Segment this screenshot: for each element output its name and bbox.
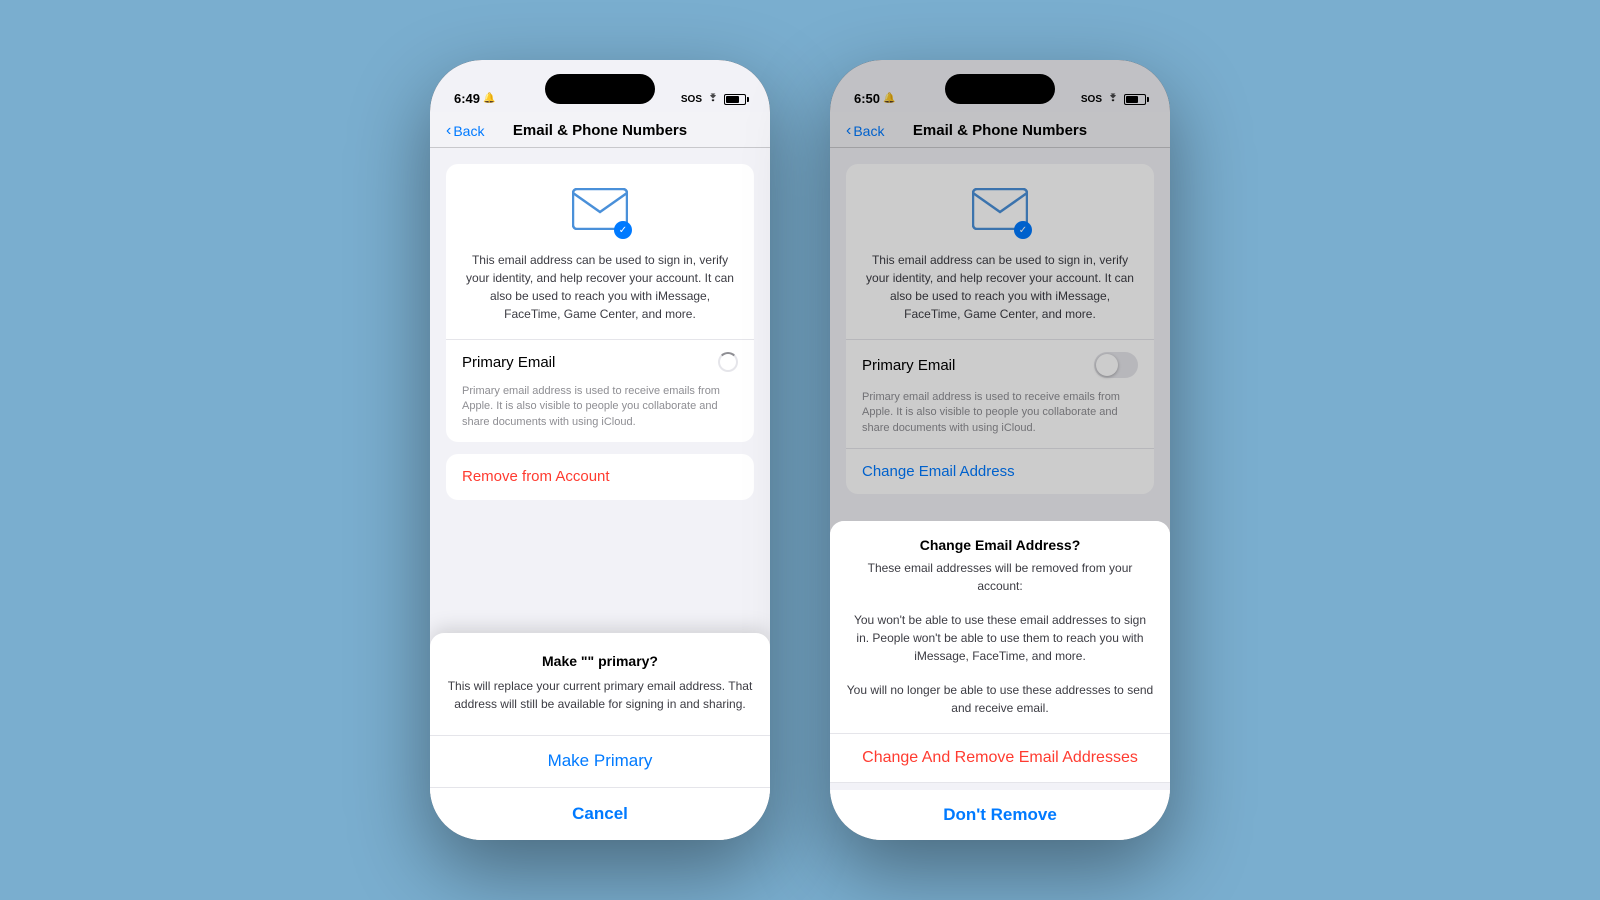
primary-email-sub-left: Primary email address is used to receive… — [446, 384, 754, 442]
bottom-sheet-left: Make "" primary? This will replace your … — [430, 633, 770, 841]
email-card-left: ✓ This email address can be used to sign… — [446, 164, 754, 442]
status-time-left: 6:49 🔔 — [454, 91, 495, 106]
alert-dialog-inner: Change Email Address? These email addres… — [830, 521, 1170, 782]
screen-right: 6:50 🔔 SOS ‹ Ba — [830, 60, 1170, 840]
spinner-left — [718, 352, 738, 372]
make-primary-button[interactable]: Make Primary — [430, 735, 770, 788]
remove-button-label-left: Remove from Account — [462, 468, 610, 485]
email-icon-wrapper-left: ✓ — [572, 188, 628, 235]
dont-remove-button[interactable]: Don't Remove — [830, 790, 1170, 840]
alert-dialog: Change Email Address? These email addres… — [830, 521, 1170, 840]
back-button-left[interactable]: ‹ Back — [446, 122, 484, 140]
remove-button-left[interactable]: Remove from Account — [446, 454, 754, 500]
alert-body3: You will no longer be able to use these … — [830, 681, 1170, 733]
primary-email-row-left: Primary Email — [446, 339, 754, 384]
wifi-icon — [706, 93, 720, 106]
battery-icon-left — [724, 94, 746, 105]
sheet-title-left: Make "" primary? — [446, 653, 754, 669]
screen-left: 6:49 🔔 SOS ‹ Ba — [430, 60, 770, 840]
dynamic-island — [545, 74, 655, 104]
phone-left: 6:49 🔔 SOS ‹ Ba — [430, 60, 770, 840]
alert-title: Change Email Address? — [830, 521, 1170, 559]
change-and-remove-button[interactable]: Change And Remove Email Addresses — [830, 734, 1170, 782]
card-description-left: This email address can be used to sign i… — [466, 251, 734, 323]
sheet-body-left: This will replace your current primary e… — [446, 677, 754, 713]
check-badge-left: ✓ — [614, 221, 632, 239]
primary-email-label-left: Primary Email — [462, 354, 555, 371]
card-icon-section-left: ✓ This email address can be used to sign… — [446, 164, 754, 339]
status-icons-left: SOS — [681, 93, 746, 106]
cancel-button-left[interactable]: Cancel — [430, 788, 770, 840]
alert-overlay: Change Email Address? These email addres… — [830, 60, 1170, 840]
bell-icon: 🔔 — [483, 93, 495, 104]
alert-body1: These email addresses will be removed fr… — [830, 559, 1170, 611]
alert-body2: You won't be able to use these email add… — [830, 611, 1170, 681]
signal-text: SOS — [681, 94, 702, 105]
sheet-content-left: Make "" primary? This will replace your … — [430, 633, 770, 735]
nav-bar-left: ‹ Back Email & Phone Numbers — [430, 112, 770, 148]
chevron-left-icon: ‹ — [446, 122, 451, 140]
nav-title-left: Email & Phone Numbers — [513, 122, 687, 139]
alert-separator-2 — [830, 782, 1170, 783]
phone-right: 6:50 🔔 SOS ‹ Ba — [830, 60, 1170, 840]
back-label-left: Back — [453, 123, 484, 139]
